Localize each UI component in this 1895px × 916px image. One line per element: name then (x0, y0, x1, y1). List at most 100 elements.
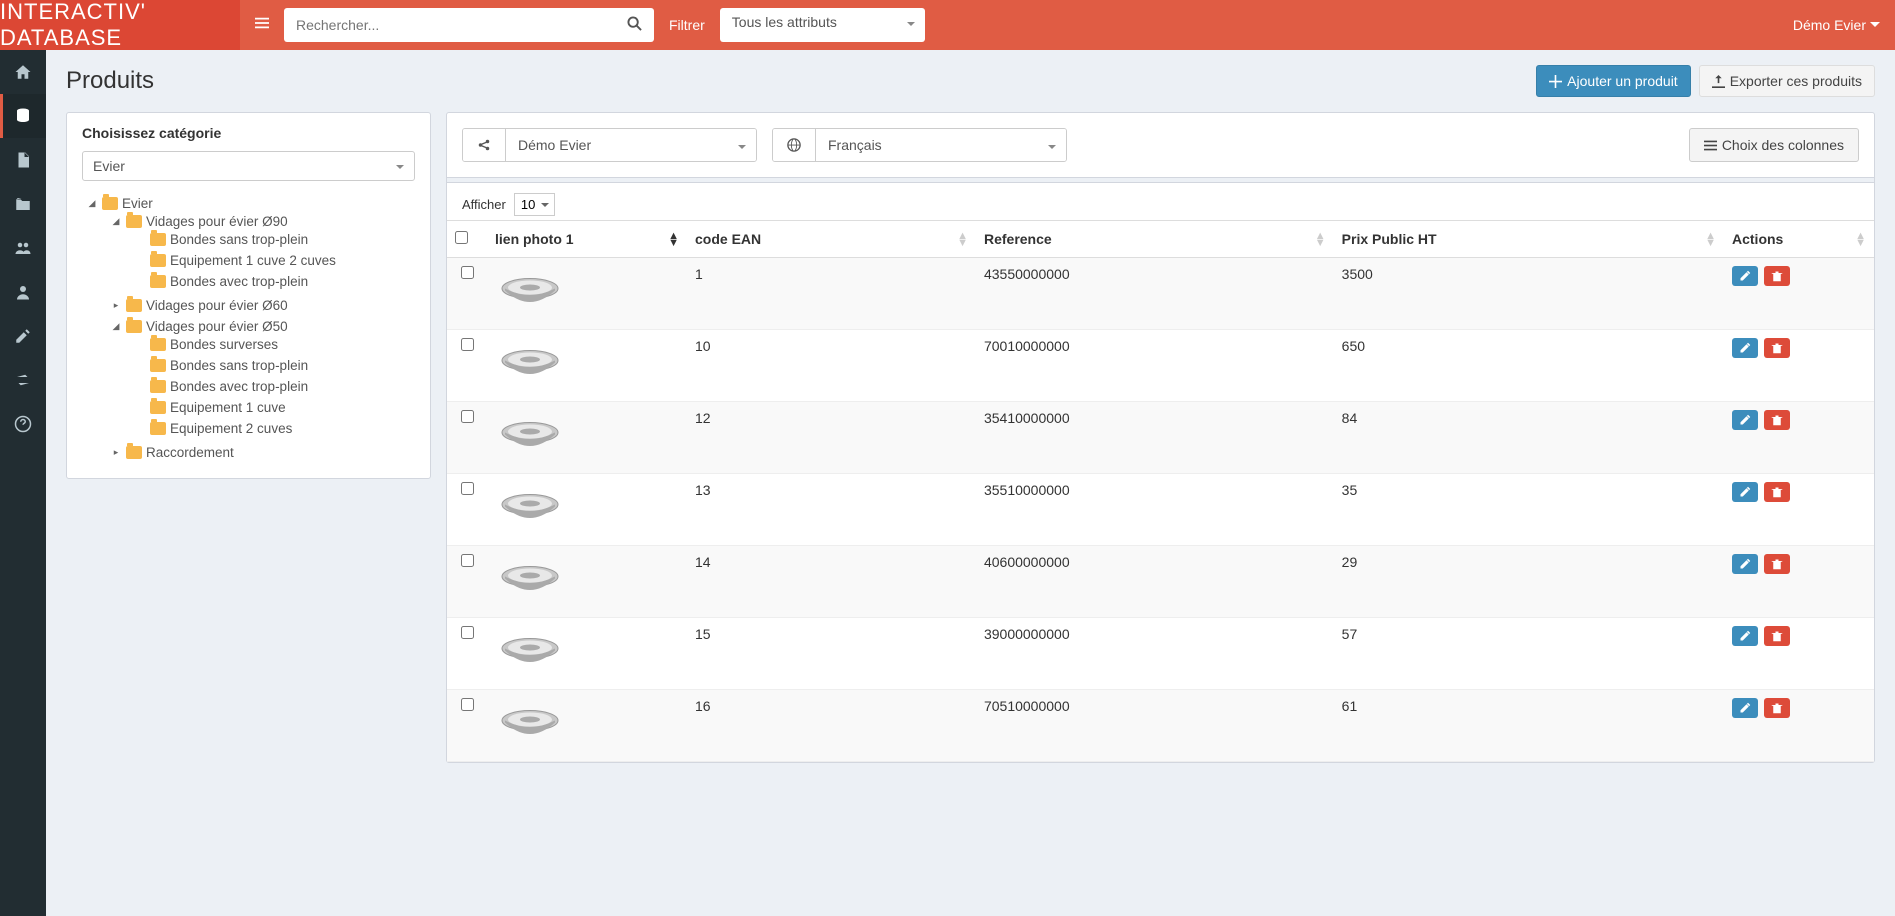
tree-item[interactable]: Bondes avec trop-plein (134, 379, 415, 394)
cell-ref: 43550000000 (976, 258, 1334, 330)
edit-button[interactable] (1732, 626, 1758, 646)
tree-item[interactable]: Bondes surverses (134, 337, 415, 352)
col-price[interactable]: Prix Public HT▲▼ (1334, 221, 1724, 258)
product-image (495, 482, 565, 537)
col-ean[interactable]: code EAN▲▼ (687, 221, 976, 258)
chevron-down-icon (1870, 22, 1880, 28)
tree-item[interactable]: Bondes sans trop-plein (134, 358, 415, 373)
tree-item[interactable]: Bondes sans trop-plein (134, 232, 415, 247)
row-checkbox[interactable] (461, 554, 474, 567)
page-size-select[interactable]: 10 (514, 193, 555, 216)
share-icon (463, 129, 506, 161)
folder-icon (102, 197, 118, 210)
cell-ean: 12 (687, 402, 976, 474)
nav-folder[interactable] (0, 182, 46, 226)
page-title: Produits (66, 67, 154, 95)
table-row: 10 70010000000 650 (447, 330, 1874, 402)
add-product-label: Ajouter un produit (1567, 73, 1678, 89)
tree-item[interactable]: Equipement 1 cuve (134, 400, 415, 415)
nav-document[interactable] (0, 138, 46, 182)
row-checkbox[interactable] (461, 698, 474, 711)
columns-button[interactable]: Choix des colonnes (1689, 128, 1859, 162)
table-row: 15 39000000000 57 (447, 618, 1874, 690)
cell-price: 35 (1334, 474, 1724, 546)
delete-button[interactable] (1764, 266, 1790, 286)
cell-ref: 70510000000 (976, 690, 1334, 762)
folder-icon (150, 254, 166, 267)
nav-home[interactable] (0, 50, 46, 94)
tree-item-vidage50[interactable]: ◢Vidages pour évier Ø50 (110, 319, 415, 334)
nav-database[interactable] (0, 94, 46, 138)
table-row: 13 35510000000 35 (447, 474, 1874, 546)
row-checkbox[interactable] (461, 266, 474, 279)
nav-user[interactable] (0, 270, 46, 314)
tree-item-vidage60[interactable]: ▸Vidages pour évier Ø60 (110, 298, 415, 313)
export-button[interactable]: Exporter ces produits (1699, 65, 1875, 97)
tree-item-raccord[interactable]: ▸Raccordement (110, 445, 415, 460)
delete-button[interactable] (1764, 338, 1790, 358)
expand-icon: ▸ (110, 300, 122, 311)
folder-icon (126, 299, 142, 312)
row-checkbox[interactable] (461, 410, 474, 423)
edit-button[interactable] (1732, 698, 1758, 718)
folder-icon (126, 215, 142, 228)
table-row: 12 35410000000 84 (447, 402, 1874, 474)
menu-toggle[interactable] (255, 16, 269, 35)
collapse-icon: ◢ (110, 321, 122, 332)
products-panel: Démo Evier Français Choix des colonnes A… (446, 112, 1875, 763)
delete-button[interactable] (1764, 482, 1790, 502)
folder-icon (150, 380, 166, 393)
col-photo[interactable]: lien photo 1▲▼ (487, 221, 687, 258)
edit-button[interactable] (1732, 410, 1758, 430)
filter-label: Filtrer (669, 17, 705, 33)
select-all-checkbox[interactable] (455, 231, 468, 244)
col-ref[interactable]: Reference▲▼ (976, 221, 1334, 258)
sort-icon: ▲▼ (1315, 233, 1326, 247)
sort-icon: ▲▼ (957, 233, 968, 247)
folder-icon (150, 275, 166, 288)
cell-price: 57 (1334, 618, 1724, 690)
tree-item[interactable]: Bondes avec trop-plein (134, 274, 415, 289)
delete-button[interactable] (1764, 410, 1790, 430)
folder-icon (150, 401, 166, 414)
delete-button[interactable] (1764, 698, 1790, 718)
folder-icon (126, 320, 142, 333)
row-checkbox[interactable] (461, 482, 474, 495)
add-product-button[interactable]: Ajouter un produit (1536, 65, 1691, 97)
cell-price: 84 (1334, 402, 1724, 474)
product-image (495, 410, 565, 465)
nav-help[interactable] (0, 402, 46, 446)
nav-transfer[interactable] (0, 358, 46, 402)
search-icon[interactable] (615, 16, 654, 35)
nav-users[interactable] (0, 226, 46, 270)
category-title: Choisissez catégorie (82, 125, 415, 141)
tree-item-evier[interactable]: ◢Evier (86, 196, 415, 211)
edit-button[interactable] (1732, 554, 1758, 574)
edit-button[interactable] (1732, 482, 1758, 502)
cell-ref: 35510000000 (976, 474, 1334, 546)
delete-button[interactable] (1764, 554, 1790, 574)
sort-icon: ▲▼ (668, 233, 679, 247)
tree-item[interactable]: Equipement 2 cuves (134, 421, 415, 436)
logo: INTERACTIV' DATABASE (0, 0, 240, 50)
search-input[interactable] (284, 11, 615, 39)
row-checkbox[interactable] (461, 338, 474, 351)
tree-item[interactable]: Equipement 1 cuve 2 cuves (134, 253, 415, 268)
user-menu[interactable]: Démo Evier (1793, 17, 1880, 33)
cell-ean: 15 (687, 618, 976, 690)
edit-button[interactable] (1732, 266, 1758, 286)
tree-item-vidage90[interactable]: ◢Vidages pour évier Ø90 (110, 214, 415, 229)
share-select[interactable]: Démo Evier (506, 129, 756, 161)
nav-edit[interactable] (0, 314, 46, 358)
collapse-icon: ◢ (86, 198, 98, 209)
row-checkbox[interactable] (461, 626, 474, 639)
lang-select[interactable]: Français (816, 129, 1066, 161)
col-actions[interactable]: Actions▲▼ (1724, 221, 1874, 258)
filter-select[interactable]: Tous les attributs (720, 8, 925, 42)
edit-button[interactable] (1732, 338, 1758, 358)
delete-button[interactable] (1764, 626, 1790, 646)
category-select[interactable]: Evier (82, 151, 415, 181)
globe-icon (773, 129, 816, 161)
folder-icon (126, 446, 142, 459)
product-image (495, 554, 565, 609)
